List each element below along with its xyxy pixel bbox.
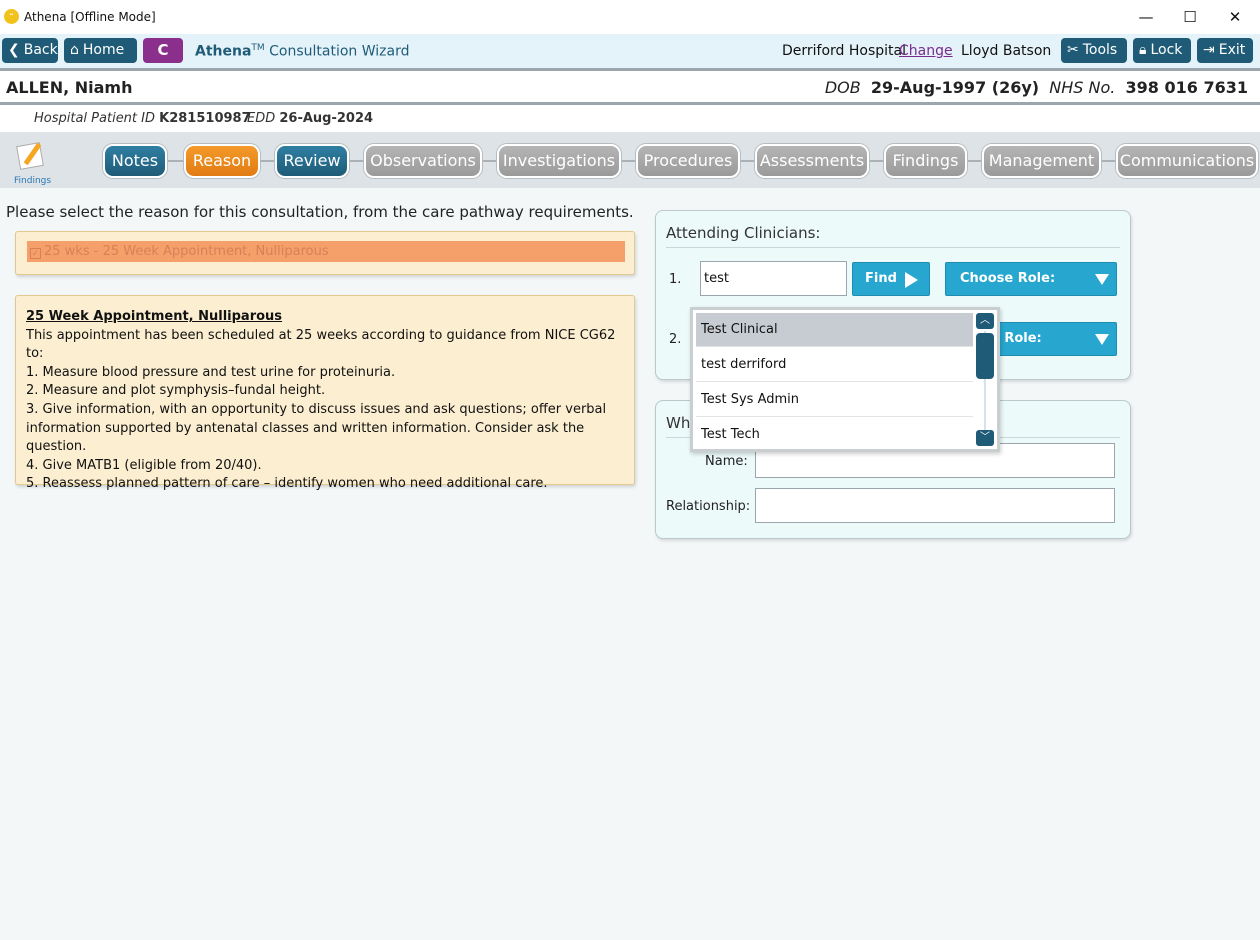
close-window-button[interactable]: ✕ [1222,6,1248,28]
hospital-patient-id: K281510987 [159,111,251,126]
relationship-label: Relationship: [666,499,751,514]
panel-title: Attending Clinicians: [666,224,821,242]
tab-observations[interactable]: Observations [364,144,482,178]
clinician-autocomplete-list: Test Clinical test derriford Test Sys Ad… [690,307,1000,452]
reason-info-card: 25 Week Appointment, Nulliparous This ap… [15,295,635,491]
lock-button[interactable]: 🔒︎ Lock [1133,38,1191,63]
app-title: AthenaTM Consultation Wizard [195,43,410,60]
checkbox-checked-icon[interactable]: ✓ [30,248,41,259]
dropdown-scrollbar[interactable]: ︿ ﹀ [976,313,994,446]
home-button[interactable]: ⌂ Home [64,38,137,63]
minimize-button[interactable]: — [1133,6,1159,28]
tab-procedures[interactable]: Procedures [636,144,740,178]
chevron-left-icon: ❮ [8,42,20,58]
panel-title: Wh [666,414,691,432]
lock-icon: 🔒︎ [1139,42,1147,58]
window-title: Athena [Offline Mode] [24,10,156,24]
info-title: 25 Week Appointment, Nulliparous [26,309,283,324]
tab-assessments[interactable]: Assessments [755,144,869,178]
relationship-input[interactable] [755,488,1115,523]
info-line: 5. Reassess planned pattern of care – id… [26,476,548,492]
info-line: This appointment has been scheduled at 2… [26,327,616,362]
list-item[interactable]: Test Clinical [696,313,973,347]
find-button[interactable]: Find [852,262,930,296]
patient-dob: 29-Aug-1997 (26y) [870,78,1040,97]
reason-item-selected[interactable]: ✓ 25 wks - 25 Week Appointment, Nulliparo… [27,241,625,262]
hospital-name: Derriford Hospital [782,43,907,59]
list-item[interactable]: Test Tech [696,418,973,452]
patient-name: ALLEN, Niamh [6,78,133,97]
info-line: 4. Give MATB1 (eligible from 20/40). [26,457,262,473]
patient-nhs-number: 398 016 7631 [1125,78,1248,97]
choose-role-dropdown-1[interactable]: Choose Role: [945,262,1117,296]
patient-banner: ALLEN, Niamh DOB 29-Aug-1997 (26y) NHS N… [0,68,1260,105]
exit-button[interactable]: ⇥ Exit [1197,38,1253,63]
exit-icon: ⇥ [1203,42,1215,58]
caret-down-icon [1095,274,1109,285]
maximize-button[interactable]: ☐ [1177,6,1203,28]
tools-icon: ✂ [1067,42,1079,58]
clinician-search-input[interactable] [700,261,847,296]
caret-down-icon [1095,334,1109,345]
top-toolbar: ❮ Back ⌂ Home C AthenaTM Consultation Wiza… [0,34,1260,68]
patient-identifiers: DOB 29-Aug-1997 (26y) NHS No. 398 016 76… [824,78,1248,97]
tab-review[interactable]: Review [275,144,349,178]
athena-app-icon: ᵕ [4,9,19,24]
reason-list: ✓ 25 wks - 25 Week Appointment, Nulliparo… [15,231,635,275]
play-icon [905,272,918,288]
change-hospital-link[interactable]: Change [899,43,953,59]
wizard-nav: Findings Notes Reason Review Observation… [0,132,1260,188]
home-icon: ⌂ [70,42,79,58]
findings-wizard-icon[interactable]: Findings [12,140,51,186]
patient-edd: 26-Aug-2024 [279,111,374,126]
reason-prompt: Please select the reason for this consul… [6,203,634,221]
info-line: 1. Measure blood pressure and test urine… [26,364,396,380]
tab-management[interactable]: Management [982,144,1101,178]
scroll-down-icon[interactable]: ﹀ [976,430,994,446]
tools-button[interactable]: ✂ Tools [1061,38,1127,63]
tab-reason[interactable]: Reason [184,144,260,178]
list-item[interactable]: Test Sys Admin [696,383,973,417]
tab-communications[interactable]: Communications [1116,144,1258,178]
window-titlebar: ᵕ Athena [Offline Mode] — ☐ ✕ [0,0,1260,34]
back-button[interactable]: ❮ Back [2,38,58,63]
current-user: Lloyd Batson [961,43,1052,59]
patient-subbanner: Hospital Patient ID K281510987 EDD 26-Au… [0,105,1260,132]
scrollbar-thumb[interactable] [976,333,994,379]
tab-notes[interactable]: Notes [103,144,167,178]
info-line: 3. Give information, with an opportunity… [26,401,607,455]
c-button[interactable]: C [143,38,183,63]
tab-findings[interactable]: Findings [884,144,967,178]
name-label: Name: [705,454,748,469]
list-item[interactable]: test derriford [696,348,973,382]
info-line: 2. Measure and plot symphysis–fundal hei… [26,383,326,399]
scroll-up-icon[interactable]: ︿ [976,313,994,329]
tab-investigations[interactable]: Investigations [497,144,621,178]
